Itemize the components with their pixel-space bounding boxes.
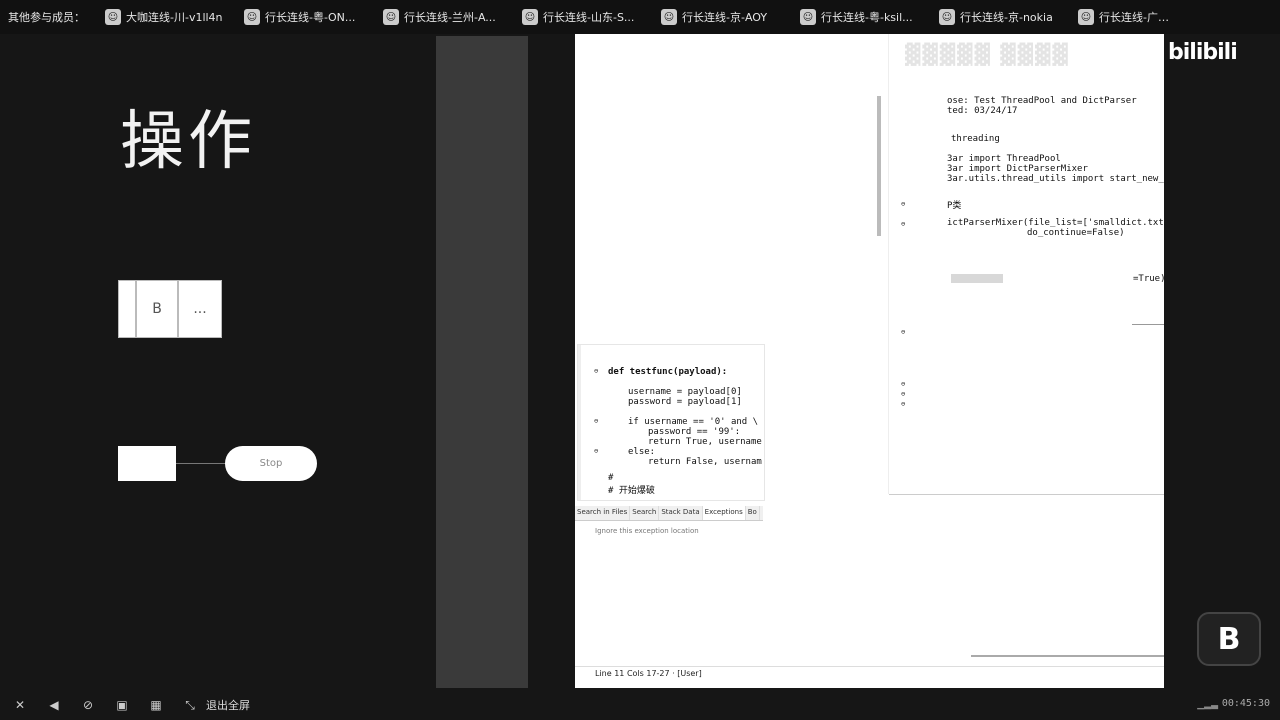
code-line: ted: 03/24/17 — [947, 106, 1018, 116]
array-cell — [118, 280, 136, 338]
bottom-tool-tabs: Search in Files Search Stack Data Except… — [575, 506, 763, 521]
tab-bo[interactable]: Bo — [746, 506, 760, 520]
participant-tab[interactable]: ☺ 行长连线-兰州-A... — [383, 9, 522, 25]
flow-box — [118, 446, 176, 481]
participant-name: 行长连线-京-nokia — [960, 11, 1053, 24]
avatar: ☺ — [800, 9, 816, 25]
participant-name: 行长连线-广州-w... — [1099, 11, 1178, 24]
code-line: 3ar import DictParserMixer — [947, 164, 1088, 174]
participant-tab[interactable]: ☺ 行长连线-山东-S... — [522, 9, 661, 25]
code-line: def testfunc(payload): — [608, 367, 728, 377]
code-editor-right[interactable]: ose: Test ThreadPool and DictParser ted:… — [877, 92, 1164, 492]
code-line: 3ar import ThreadPool — [947, 154, 1061, 164]
background-strip — [436, 36, 528, 688]
participant-tab[interactable]: ☺ 行长连线-京-nokia — [939, 9, 1078, 25]
participant-tab[interactable]: ☺ 行长连线-粤-ON... — [244, 9, 383, 25]
code-line: # — [608, 473, 614, 483]
avatar: ☺ — [244, 9, 260, 25]
watermark: ▓▓▓▓▓ ▓▓▓▓ — [905, 42, 1070, 66]
participant-name: 行长连线-山东-S... — [543, 11, 635, 24]
tab-exceptions[interactable]: Exceptions — [702, 506, 746, 520]
participants-bar: 其他参与成员： ☺ 大咖连线-川-v1ll4n ☺ 行长连线-粤-ON... ☺ 行长… — [0, 0, 1280, 34]
avatar: ☺ — [522, 9, 538, 25]
mic-muted-icon[interactable]: ✕ — [12, 697, 28, 713]
divider — [889, 494, 1164, 495]
fold-marker-icon[interactable]: ⊖ — [901, 220, 905, 228]
participant-name: 行长连线-京-AOY — [682, 11, 768, 24]
participant-name: 行长连线-粤-ksil... — [821, 11, 913, 24]
fold-marker-icon[interactable]: ⊖ — [901, 200, 905, 208]
fold-marker-icon[interactable]: ⊖ — [901, 400, 905, 408]
participant-name: 行长连线-粤-ON... — [265, 11, 356, 24]
camera-off-icon[interactable]: ⊘ — [80, 697, 96, 713]
code-line: # 开始爆破 — [608, 486, 655, 496]
fold-marker-icon[interactable]: ⊖ — [901, 328, 905, 336]
layout-icon[interactable]: ▦ — [148, 697, 164, 713]
fold-marker-icon[interactable]: ⊖ — [901, 380, 905, 388]
participant-tab[interactable]: ☺ 行长连线-粤-ksil... — [800, 9, 939, 25]
participant-tab[interactable]: ☺ 行长连线-京-AOY — [661, 9, 800, 25]
participant-name: 大咖连线-川-v1ll4n — [126, 11, 223, 24]
array-cell: B — [136, 280, 178, 338]
exit-fullscreen-button[interactable]: 退出全屏 — [206, 697, 250, 713]
participant-tab[interactable]: ☺ 大咖连线-川-v1ll4n — [105, 9, 244, 25]
code-line: =True) — [1133, 274, 1164, 284]
bilibili-badge-icon: B — [1197, 612, 1261, 666]
screen-share-icon[interactable]: ▣ — [114, 697, 130, 713]
code-line: password = payload[1] — [628, 397, 742, 407]
participants-label: 其他参与成员： — [8, 11, 85, 24]
code-line: threading — [951, 134, 1000, 144]
array-cell: ... — [178, 280, 222, 338]
scrollbar[interactable] — [578, 345, 581, 500]
tab-stack-data[interactable]: Stack Data — [659, 506, 703, 520]
tab-search-in-files[interactable]: Search in Files — [575, 506, 631, 520]
code-line: P类 — [947, 201, 962, 211]
code-line: ictParserMixer(file_list=['smalldict.txt… — [947, 218, 1164, 228]
fold-marker-icon[interactable]: ⊖ — [901, 390, 905, 398]
signal-strength-icon: ▁▂▃ — [1197, 700, 1218, 710]
timecode: 00:45:30 — [1221, 698, 1270, 709]
ignore-exception-option[interactable]: Ignore this exception location — [595, 527, 699, 535]
speaker-icon[interactable]: ◀ — [46, 697, 62, 713]
code-line: username = payload[0] — [628, 387, 742, 397]
divider — [971, 655, 1164, 657]
avatar: ☺ — [661, 9, 677, 25]
participant-name: 行长连线-兰州-A... — [404, 11, 496, 24]
code-line: return True, username — [648, 437, 762, 447]
code-line: do_continue=False) — [1027, 228, 1125, 238]
ide-window: ▓▓▓▓▓ ▓▓▓▓ ose: Test ThreadPool and Dict… — [575, 34, 1164, 688]
fold-marker-icon[interactable]: ⊖ — [594, 367, 598, 375]
code-line: if username == '0' and \ — [628, 417, 759, 427]
code-line: ose: Test ThreadPool and DictParser — [947, 96, 1137, 106]
fold-marker-icon[interactable]: ⊖ — [594, 447, 598, 455]
selection-highlight — [951, 274, 1003, 283]
ide-status-bar: Line 11 Cols 17-27 · [User] — [575, 666, 1164, 680]
slide-panel: 操作 B ... Stop — [118, 36, 436, 678]
avatar: ☺ — [1078, 9, 1094, 25]
scrollbar[interactable] — [877, 96, 881, 236]
code-line: return False, usernam — [648, 457, 762, 467]
avatar: ☺ — [105, 9, 121, 25]
bilibili-logo: bilibili — [1168, 40, 1238, 65]
divider — [1132, 324, 1164, 325]
tab-search[interactable]: Search — [630, 506, 660, 520]
code-editor-left[interactable]: ⊖ def testfunc(payload): username = payl… — [577, 344, 765, 501]
avatar: ☺ — [383, 9, 399, 25]
code-line: password == '99': — [648, 427, 741, 437]
player-control-bar: ✕ ◀ ⊘ ▣ ▦ ⤡ 退出全屏 ▁▂▃ 00:45:30 — [0, 690, 1280, 720]
code-line: 3ar.utils.thread_utils import start_new_… — [947, 174, 1164, 184]
exit-fullscreen-icon[interactable]: ⤡ — [182, 697, 198, 713]
flow-stop-node: Stop — [225, 446, 317, 481]
avatar: ☺ — [939, 9, 955, 25]
participant-tab[interactable]: ☺ 行长连线-广州-w... — [1078, 9, 1178, 25]
fold-marker-icon[interactable]: ⊖ — [594, 417, 598, 425]
code-line: else: — [628, 447, 656, 457]
slide-title: 操作 — [120, 105, 256, 179]
